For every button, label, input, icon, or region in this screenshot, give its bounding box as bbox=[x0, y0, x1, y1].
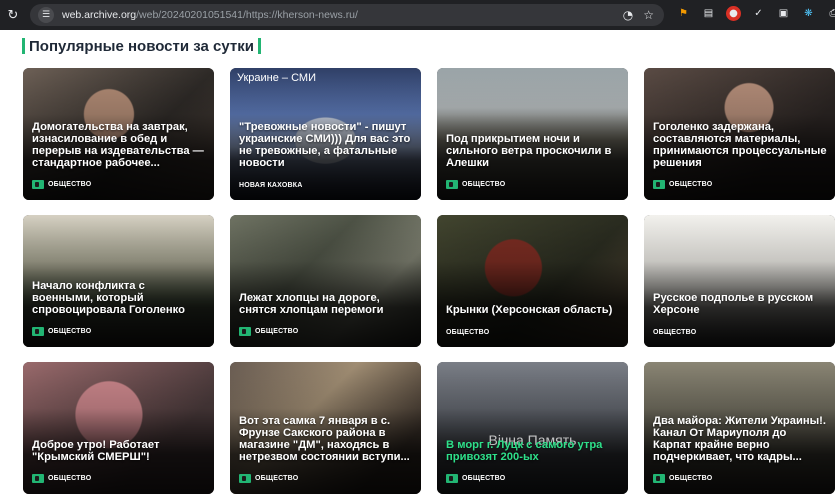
news-card[interactable]: Русское подполье в русском Херсоне ОБЩЕС… bbox=[644, 215, 835, 347]
url-path: /web/20240201051541/https://kherson-news… bbox=[136, 9, 358, 21]
news-title[interactable]: Русское подполье в русском Херсоне bbox=[653, 292, 827, 316]
news-title[interactable]: "Тревожные новости" - пишут украинские С… bbox=[239, 121, 413, 169]
news-title[interactable]: Крынки (Херсонская область) bbox=[446, 304, 620, 316]
category-label: ОБЩЕСТВО bbox=[462, 181, 506, 188]
news-title[interactable]: Вот эта самка 7 января в с. Фрунзе Сакск… bbox=[239, 415, 413, 463]
category-label: ОБЩЕСТВО bbox=[48, 181, 92, 188]
category-tag[interactable]: ОБЩЕСТВО bbox=[653, 180, 712, 189]
category-label: ОБЩЕСТВО bbox=[48, 475, 92, 482]
address-bar[interactable]: ☰ web.archive.org/web/20240201051541/htt… bbox=[30, 4, 664, 26]
category-label: ОБЩЕСТВО bbox=[653, 329, 697, 336]
reload-icon[interactable]: ↻ bbox=[0, 0, 26, 30]
news-grid: Домогательства на завтрак, изнасилование… bbox=[23, 68, 835, 494]
category-tag[interactable]: ОБЩЕСТВО bbox=[653, 474, 712, 483]
category-tag[interactable]: ОБЩЕСТВО bbox=[32, 474, 91, 483]
category-tag[interactable]: ОБЩЕСТВО bbox=[32, 180, 91, 189]
video-camera-icon bbox=[239, 327, 251, 336]
category-label: ОБЩЕСТВО bbox=[255, 475, 299, 482]
category-tag[interactable]: НОВАЯ КАХОВКА bbox=[239, 182, 302, 189]
video-camera-icon bbox=[32, 327, 44, 336]
category-tag[interactable]: ОБЩЕСТВО bbox=[653, 329, 696, 336]
category-label: ОБЩЕСТВО bbox=[669, 475, 713, 482]
news-card[interactable]: Вічна Память В морг г. Луцк с самого утр… bbox=[437, 362, 628, 494]
extension-icon-4[interactable]: ✓ bbox=[751, 6, 766, 21]
zoom-icon[interactable]: ◔ bbox=[623, 7, 633, 23]
site-settings-icon[interactable]: ☰ bbox=[38, 7, 54, 23]
news-card[interactable]: Начало конфликта с военными, который спр… bbox=[23, 215, 214, 347]
section-title: Популярные новости за сутки bbox=[29, 37, 254, 55]
category-tag[interactable]: ОБЩЕСТВО bbox=[446, 474, 505, 483]
browser-toolbar: ↻ ☰ web.archive.org/web/20240201051541/h… bbox=[0, 0, 835, 30]
url-text: web.archive.org/web/20240201051541/https… bbox=[62, 9, 358, 21]
news-card[interactable]: Лежат хлопцы на дороге, снятся хлопцам п… bbox=[230, 215, 421, 347]
video-camera-icon bbox=[32, 180, 44, 189]
category-label: ОБЩЕСТВО bbox=[669, 181, 713, 188]
extension-icon-5[interactable]: ▣ bbox=[776, 6, 791, 21]
news-card[interactable]: Гоголенко задержана, составляются матери… bbox=[644, 68, 835, 200]
video-camera-icon bbox=[446, 180, 458, 189]
news-title[interactable]: Гоголенко задержана, составляются матери… bbox=[653, 121, 827, 169]
news-card[interactable]: Украине – СМИ "Тревожные новости" - пишу… bbox=[230, 68, 421, 200]
category-label: ОБЩЕСТВО bbox=[462, 475, 506, 482]
news-title[interactable]: Лежат хлопцы на дороге, снятся хлопцам п… bbox=[239, 292, 413, 316]
news-card[interactable]: Под прикрытием ночи и сильного ветра про… bbox=[437, 68, 628, 200]
news-card[interactable]: Два майора: Жители Украины!. Канал От Ма… bbox=[644, 362, 835, 494]
video-camera-icon bbox=[653, 180, 665, 189]
photo-caption: Украине – СМИ bbox=[237, 72, 316, 84]
news-title[interactable]: Два майора: Жители Украины!. Канал От Ма… bbox=[653, 415, 827, 463]
category-tag[interactable]: ОБЩЕСТВО bbox=[446, 180, 505, 189]
extension-icon-1[interactable]: ⚑ bbox=[676, 6, 691, 21]
extension-icon-2[interactable]: ▤ bbox=[701, 6, 716, 21]
category-label: ОБЩЕСТВО bbox=[255, 328, 299, 335]
category-label: НОВАЯ КАХОВКА bbox=[239, 182, 303, 189]
news-title[interactable]: Домогательства на завтрак, изнасилование… bbox=[32, 121, 206, 169]
video-camera-icon bbox=[653, 474, 665, 483]
video-camera-icon bbox=[239, 474, 251, 483]
news-card[interactable]: Доброе утро! Работает "Крымский СМЕРШ"! … bbox=[23, 362, 214, 494]
news-card[interactable]: Крынки (Херсонская область) ОБЩЕСТВО bbox=[437, 215, 628, 347]
video-camera-icon bbox=[32, 474, 44, 483]
section-heading: Популярные новости за сутки bbox=[22, 36, 261, 56]
category-tag[interactable]: ОБЩЕСТВО bbox=[446, 329, 489, 336]
video-camera-icon bbox=[446, 474, 458, 483]
news-title[interactable]: Доброе утро! Работает "Крымский СМЕРШ"! bbox=[32, 439, 206, 463]
news-title[interactable]: В морг г. Луцк с самого утра привозят 20… bbox=[446, 439, 620, 463]
extensions-puzzle-icon[interactable]: ⎙ bbox=[826, 6, 835, 21]
extension-icon-3[interactable]: ● bbox=[726, 6, 741, 21]
category-tag[interactable]: ОБЩЕСТВО bbox=[32, 327, 91, 336]
news-title[interactable]: Начало конфликта с военными, который спр… bbox=[32, 280, 206, 316]
heading-accent-left bbox=[22, 38, 25, 54]
category-label: ОБЩЕСТВО bbox=[48, 328, 92, 335]
category-tag[interactable]: ОБЩЕСТВО bbox=[239, 474, 298, 483]
news-card[interactable]: Домогательства на завтрак, изнасилование… bbox=[23, 68, 214, 200]
url-host: web.archive.org bbox=[62, 9, 137, 21]
news-card[interactable]: Вот эта самка 7 января в с. Фрунзе Сакск… bbox=[230, 362, 421, 494]
news-title[interactable]: Под прикрытием ночи и сильного ветра про… bbox=[446, 133, 620, 169]
extension-icon-6[interactable]: ❋ bbox=[801, 6, 816, 21]
bookmark-star-icon[interactable]: ☆ bbox=[643, 7, 654, 23]
category-tag[interactable]: ОБЩЕСТВО bbox=[239, 327, 298, 336]
heading-accent-right bbox=[257, 38, 261, 54]
category-label: ОБЩЕСТВО bbox=[446, 329, 490, 336]
